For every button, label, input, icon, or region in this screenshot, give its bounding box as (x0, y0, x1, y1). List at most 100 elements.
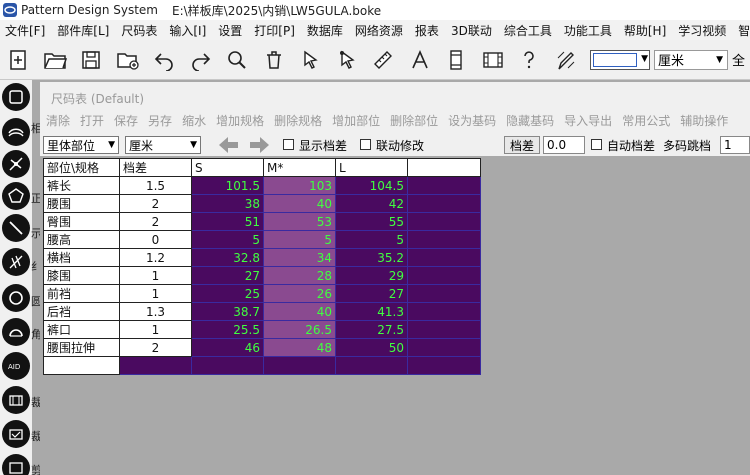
rectangle-tool-icon[interactable] (2, 83, 30, 111)
menu-general-tools[interactable]: 综合工具 (504, 22, 552, 39)
save-button[interactable]: 保存 (114, 112, 138, 129)
menu-help[interactable]: 帮助[H] (624, 22, 666, 39)
empty-cell[interactable] (191, 356, 264, 375)
undo-icon[interactable] (146, 42, 183, 78)
pen-icon[interactable] (548, 42, 585, 78)
header-size-m[interactable]: M* (263, 158, 336, 177)
empty-cell[interactable] (407, 356, 481, 375)
size-m-cell[interactable]: 26.5 (263, 320, 336, 339)
size-m-cell[interactable]: 40 (263, 302, 336, 321)
arc-tool-icon[interactable] (2, 318, 30, 346)
empty-cell[interactable] (407, 212, 481, 231)
menu-settings[interactable]: 设置 (218, 22, 242, 39)
film-icon[interactable] (475, 42, 512, 78)
show-diff-checkbox[interactable] (283, 139, 294, 150)
header-size-s[interactable]: S (191, 158, 264, 177)
size-l-cell[interactable]: 27.5 (335, 320, 408, 339)
delete-icon[interactable] (256, 42, 293, 78)
menu-file[interactable]: 文件[F] (5, 22, 45, 39)
size-m-cell[interactable]: 40 (263, 194, 336, 213)
size-s-cell[interactable]: 101.5 (191, 176, 264, 195)
empty-cell[interactable] (407, 320, 481, 339)
cut-card-tool-icon[interactable] (2, 420, 30, 448)
delete-size-button[interactable]: 删除规格 (274, 112, 322, 129)
hide-base-size-button[interactable]: 隐藏基码 (506, 112, 554, 129)
diff-cell[interactable]: 1 (119, 266, 192, 285)
save-icon[interactable] (73, 42, 110, 78)
size-s-cell[interactable]: 5 (191, 230, 264, 249)
open-folder-icon[interactable] (37, 42, 74, 78)
table-unit-select[interactable]: 厘米 ▼ (125, 136, 201, 154)
add-part-button[interactable]: 增加部位 (332, 112, 380, 129)
empty-cell[interactable] (407, 266, 481, 285)
set-base-size-button[interactable]: 设为基码 (448, 112, 496, 129)
diff-cell[interactable]: 1.3 (119, 302, 192, 321)
color-select[interactable]: ▼ (590, 49, 650, 70)
empty-cell[interactable] (407, 176, 481, 195)
arrow-right-icon[interactable] (249, 136, 271, 157)
size-s-cell[interactable]: 25.5 (191, 320, 264, 339)
size-m-cell[interactable]: 28 (263, 266, 336, 285)
menu-input[interactable]: 输入[I] (169, 22, 206, 39)
size-l-cell[interactable]: 5 (335, 230, 408, 249)
menu-reports[interactable]: 报表 (415, 22, 439, 39)
diff-cell[interactable]: 1 (119, 284, 192, 303)
diff-button[interactable]: 档差 (504, 136, 540, 154)
empty-cell[interactable] (43, 356, 120, 375)
part-cell[interactable]: 腰围拉伸 (43, 338, 120, 357)
empty-cell[interactable] (407, 284, 481, 303)
empty-cell[interactable] (119, 356, 192, 375)
open-button[interactable]: 打开 (80, 112, 104, 129)
size-m-cell[interactable]: 34 (263, 248, 336, 267)
save-as-button[interactable]: 另存 (148, 112, 172, 129)
text-icon[interactable] (402, 42, 439, 78)
size-l-cell[interactable]: 50 (335, 338, 408, 357)
zoom-icon[interactable] (219, 42, 256, 78)
size-s-cell[interactable]: 51 (191, 212, 264, 231)
menu-3d-link[interactable]: 3D联动 (451, 22, 492, 39)
size-m-cell[interactable]: 48 (263, 338, 336, 357)
diff-cell[interactable]: 1 (119, 320, 192, 339)
help-icon[interactable] (511, 42, 548, 78)
multi-jump-input[interactable]: 1 (720, 136, 750, 154)
menu-print[interactable]: 打印[P] (254, 22, 295, 39)
cross-line-tool-icon[interactable] (2, 150, 30, 178)
part-cell[interactable]: 前裆 (43, 284, 120, 303)
size-l-cell[interactable]: 29 (335, 266, 408, 285)
cut-piece-tool-icon[interactable] (2, 386, 30, 414)
linked-edit-checkbox[interactable] (360, 139, 371, 150)
aux-operation-button[interactable]: 辅助操作 (680, 112, 728, 129)
menu-function-tools[interactable]: 功能工具 (564, 22, 612, 39)
shrinkage-button[interactable]: 缩水 (182, 112, 206, 129)
part-cell[interactable]: 后裆 (43, 302, 120, 321)
empty-cell[interactable] (407, 338, 481, 357)
curve-tool-icon[interactable] (2, 118, 30, 146)
size-l-cell[interactable]: 104.5 (335, 176, 408, 195)
diff-cell[interactable]: 2 (119, 338, 192, 357)
diff-cell[interactable]: 0 (119, 230, 192, 249)
common-formula-button[interactable]: 常用公式 (622, 112, 670, 129)
import-export-button[interactable]: 导入导出 (564, 112, 612, 129)
dart-tool-icon[interactable] (2, 248, 30, 276)
part-cell[interactable]: 腰高 (43, 230, 120, 249)
size-m-cell[interactable]: 53 (263, 212, 336, 231)
pattern-piece-icon[interactable] (438, 42, 475, 78)
part-cell[interactable]: 裤长 (43, 176, 120, 195)
header-size-l[interactable]: L (335, 158, 408, 177)
part-cell[interactable]: 腰围 (43, 194, 120, 213)
diff-cell[interactable]: 1.5 (119, 176, 192, 195)
diff-value-input[interactable]: 0.0 (543, 136, 585, 154)
size-m-cell[interactable]: 103 (263, 176, 336, 195)
menu-parts-library[interactable]: 部件库[L] (57, 22, 109, 39)
empty-cell[interactable] (263, 356, 336, 375)
diff-cell[interactable]: 2 (119, 194, 192, 213)
part-cell[interactable]: 膝围 (43, 266, 120, 285)
part-select[interactable]: 里体部位 ▼ (43, 136, 119, 154)
point-pointer-icon[interactable] (329, 42, 366, 78)
select-pointer-icon[interactable] (292, 42, 329, 78)
diagonal-line-tool-icon[interactable] (2, 214, 30, 242)
empty-cell[interactable] (407, 194, 481, 213)
size-l-cell[interactable]: 41.3 (335, 302, 408, 321)
size-l-cell[interactable]: 55 (335, 212, 408, 231)
menu-learning-videos[interactable]: 学习视频 (678, 22, 726, 39)
